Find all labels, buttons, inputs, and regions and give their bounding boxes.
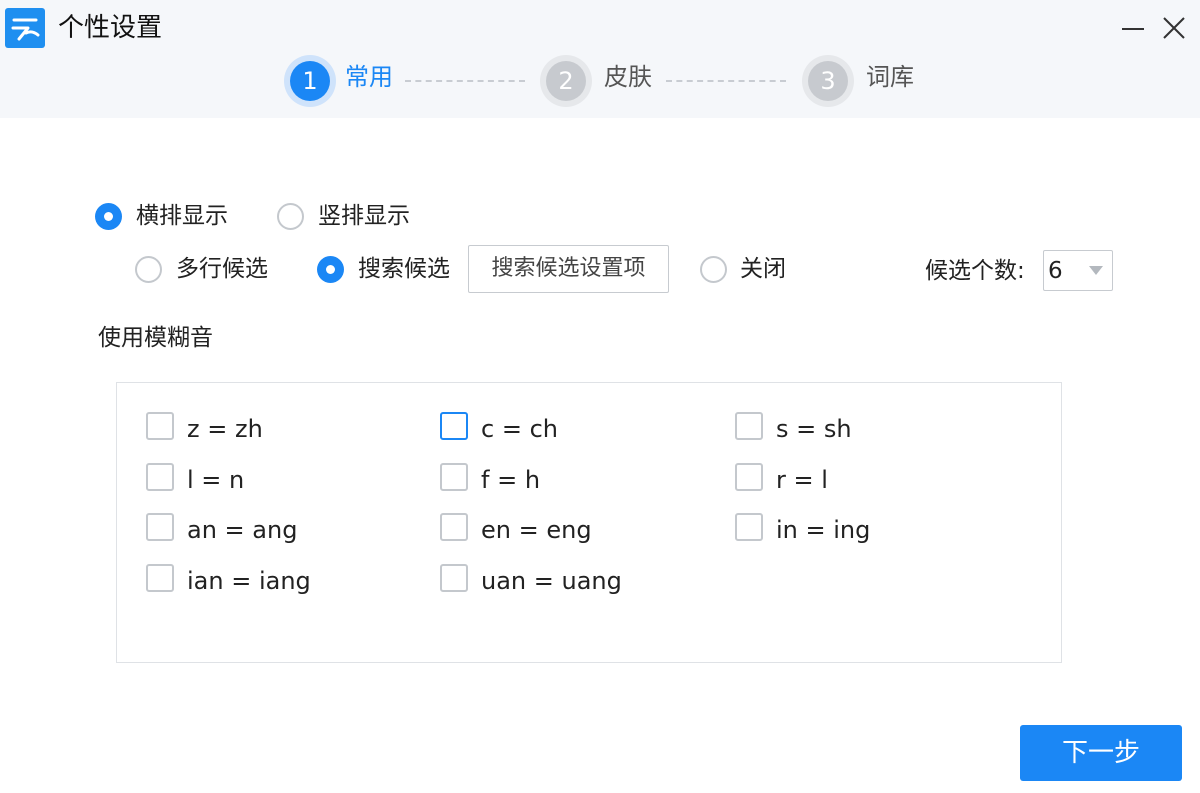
candidate-off-radio[interactable] [700,256,727,283]
close-icon [1163,17,1185,39]
candidate-count-value: 6 [1048,258,1063,284]
candidate-count-select[interactable]: 6 [1043,250,1113,291]
fuzzy-checkbox-an-ang[interactable] [146,513,174,541]
step-3-number: 3 [808,61,848,101]
title-bar: 个性设置 1 常用 2 皮肤 3 词库 [0,0,1200,118]
fuzzy-label-uan-uang[interactable]: uan = uang [481,566,622,596]
step-divider [666,80,786,82]
step-1-label[interactable]: 常用 [345,62,393,92]
minimize-button[interactable] [1117,12,1149,44]
step-divider [405,80,525,82]
app-logo-icon [5,8,45,48]
candidate-off-label[interactable]: 关闭 [740,254,786,284]
fuzzy-label-s-sh[interactable]: s = sh [776,414,852,444]
fuzzy-label-r-l[interactable]: r = l [776,465,828,495]
fuzzy-checkbox-l-n[interactable] [146,463,174,491]
next-step-button[interactable]: 下一步 [1020,725,1182,781]
horizontal-display-radio[interactable] [95,203,122,230]
fuzzy-label-l-n[interactable]: l = n [187,465,244,495]
horizontal-display-label[interactable]: 横排显示 [136,201,228,231]
fuzzy-checkbox-in-ing[interactable] [735,513,763,541]
fuzzy-checkbox-uan-uang[interactable] [440,564,468,592]
window-title: 个性设置 [58,13,163,43]
fuzzy-label-c-ch[interactable]: c = ch [481,414,558,444]
search-candidate-radio[interactable] [317,256,344,283]
step-1-indicator[interactable]: 1 [284,55,336,107]
fuzzy-checkbox-f-h[interactable] [440,463,468,491]
step-1-number: 1 [290,61,330,101]
fuzzy-checkbox-s-sh[interactable] [735,412,763,440]
fuzzy-label-ian-iang[interactable]: ian = iang [187,566,311,596]
step-2-label[interactable]: 皮肤 [604,62,652,92]
candidate-count-label: 候选个数: [925,258,1025,284]
fuzzy-label-f-h[interactable]: f = h [481,465,540,495]
step-2-indicator[interactable]: 2 [540,55,592,107]
step-2-number: 2 [546,61,586,101]
fuzzy-checkbox-ian-iang[interactable] [146,564,174,592]
minimize-icon [1122,28,1144,30]
close-button[interactable] [1158,12,1190,44]
chevron-down-icon [1089,266,1103,275]
fuzzy-checkbox-z-zh[interactable] [146,412,174,440]
fuzzy-label-en-eng[interactable]: en = eng [481,515,592,545]
search-candidate-settings-button[interactable]: 搜索候选设置项 [468,245,669,293]
fuzzy-checkbox-r-l[interactable] [735,463,763,491]
fuzzy-pinyin-title: 使用模糊音 [98,325,213,351]
fuzzy-checkbox-c-ch[interactable] [440,412,468,440]
vertical-display-radio[interactable] [277,203,304,230]
multiline-candidate-label[interactable]: 多行候选 [176,254,268,284]
fuzzy-label-z-zh[interactable]: z = zh [187,414,263,444]
fuzzy-label-an-ang[interactable]: an = ang [187,515,297,545]
step-3-label[interactable]: 词库 [866,62,914,92]
multiline-candidate-radio[interactable] [135,256,162,283]
step-3-indicator[interactable]: 3 [802,55,854,107]
vertical-display-label[interactable]: 竖排显示 [318,201,410,231]
search-candidate-label[interactable]: 搜索候选 [358,254,450,284]
fuzzy-checkbox-en-eng[interactable] [440,513,468,541]
fuzzy-label-in-ing[interactable]: in = ing [776,515,870,545]
